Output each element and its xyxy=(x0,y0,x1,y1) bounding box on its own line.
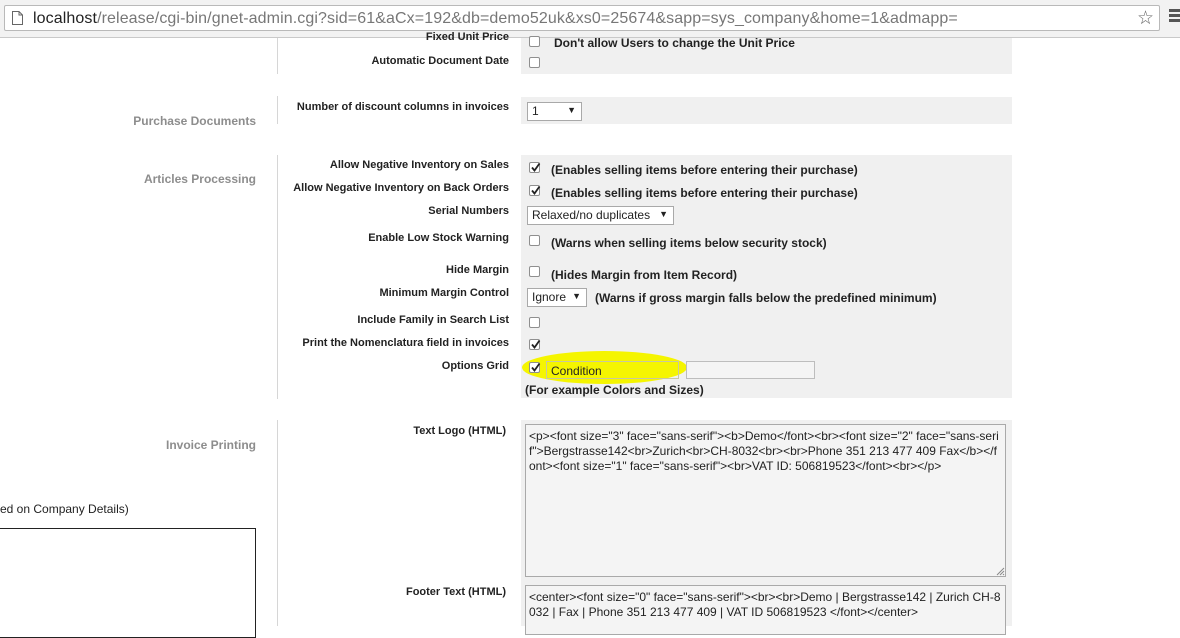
min-margin-control-value: Ignore xyxy=(532,290,567,304)
include-family-label: Include Family in Search List xyxy=(357,314,509,326)
url-path: /release/cgi-bin/gnet-admin.cgi?sid=61&a… xyxy=(97,10,958,27)
fixed-unit-price-checkbox[interactable] xyxy=(529,36,540,47)
footer-text-textarea[interactable]: <center><font size="0" face="sans-serif"… xyxy=(525,585,1006,635)
discount-columns-label: Number of discount columns in invoices xyxy=(296,101,509,113)
section-title-articles-processing: Articles Processing xyxy=(143,172,256,186)
include-family-checkbox[interactable] xyxy=(529,317,540,328)
preview-box[interactable] xyxy=(0,528,256,638)
neg-inventory-back-orders-checkbox[interactable] xyxy=(529,185,541,196)
url-text[interactable]: localhost/release/cgi-bin/gnet-admin.cgi… xyxy=(33,10,958,28)
section-title-purchase-documents: Purchase Documents xyxy=(133,114,256,128)
company-details-note: ed on Company Details) xyxy=(0,502,129,516)
footer-text-label: Footer Text (HTML) xyxy=(405,586,506,598)
section-title-invoice-printing: Invoice Printing xyxy=(165,438,256,452)
dropdown-arrow-icon: ▼ xyxy=(659,209,668,219)
neg-inventory-sales-label: Allow Negative Inventory on Sales xyxy=(329,159,509,171)
browser-toolbar: localhost/release/cgi-bin/gnet-admin.cgi… xyxy=(0,0,1180,38)
chrome-menu-icon[interactable] xyxy=(1169,9,1180,24)
neg-inventory-sales-desc: (Enables selling items before entering t… xyxy=(551,163,858,177)
serial-numbers-value: Relaxed/no duplicates xyxy=(532,208,651,222)
automatic-document-date-label: Automatic Document Date xyxy=(371,55,509,67)
print-nomenclatura-checkbox[interactable] xyxy=(529,339,541,350)
hide-margin-checkbox[interactable] xyxy=(529,266,540,277)
print-nomenclatura-label: Print the Nomenclatura field in invoices xyxy=(302,337,509,349)
fixed-unit-price-label: Fixed Unit Price xyxy=(425,31,509,43)
low-stock-warning-checkbox[interactable] xyxy=(529,235,540,246)
url-host: localhost xyxy=(33,10,98,27)
neg-inventory-back-orders-desc: (Enables selling items before entering t… xyxy=(551,186,858,200)
hide-margin-label: Hide Margin xyxy=(446,264,509,276)
checkmark-icon xyxy=(531,362,541,372)
options-grid-checkbox[interactable] xyxy=(529,362,541,373)
min-margin-control-desc: (Warns if gross margin falls below the p… xyxy=(595,291,937,305)
neg-inventory-back-orders-label: Allow Negative Inventory on Back Orders xyxy=(293,182,509,194)
serial-numbers-select[interactable]: Relaxed/no duplicates ▼ xyxy=(527,206,674,225)
low-stock-warning-desc: (Warns when selling items below security… xyxy=(551,236,827,250)
checkmark-icon xyxy=(531,339,541,349)
serial-numbers-label: Serial Numbers xyxy=(428,205,509,217)
discount-columns-value: 1 xyxy=(532,104,539,118)
options-grid-input-1[interactable]: Condition xyxy=(546,361,679,379)
min-margin-control-label: Minimum Margin Control xyxy=(379,287,509,299)
automatic-document-date-checkbox[interactable] xyxy=(529,57,540,68)
options-panel-purchase xyxy=(521,97,1012,124)
resize-handle-icon[interactable] xyxy=(996,567,1005,576)
options-grid-note: (For example Colors and Sizes) xyxy=(525,383,704,397)
neg-inventory-sales-checkbox[interactable] xyxy=(529,162,541,173)
address-bar[interactable]: localhost/release/cgi-bin/gnet-admin.cgi… xyxy=(4,5,1160,31)
discount-columns-select[interactable]: 1 ▼ xyxy=(527,102,582,121)
dropdown-arrow-icon: ▼ xyxy=(572,291,581,301)
fixed-unit-price-desc: Don't allow Users to change the Unit Pri… xyxy=(554,36,795,50)
min-margin-control-select[interactable]: Ignore ▼ xyxy=(527,288,587,307)
bookmark-star-icon[interactable]: ☆ xyxy=(1137,7,1154,30)
text-logo-label: Text Logo (HTML) xyxy=(413,425,506,437)
page-icon xyxy=(12,11,23,25)
text-logo-textarea[interactable]: <p><font size="3" face="sans-serif"><b>D… xyxy=(525,424,1006,577)
checkmark-icon xyxy=(531,162,541,172)
options-grid-label: Options Grid xyxy=(441,360,509,372)
hide-margin-desc: (Hides Margin from Item Record) xyxy=(551,268,738,282)
dropdown-arrow-icon: ▼ xyxy=(567,105,576,115)
options-grid-input-2[interactable] xyxy=(686,361,815,379)
low-stock-warning-label: Enable Low Stock Warning xyxy=(368,232,509,244)
checkmark-icon xyxy=(531,185,541,195)
